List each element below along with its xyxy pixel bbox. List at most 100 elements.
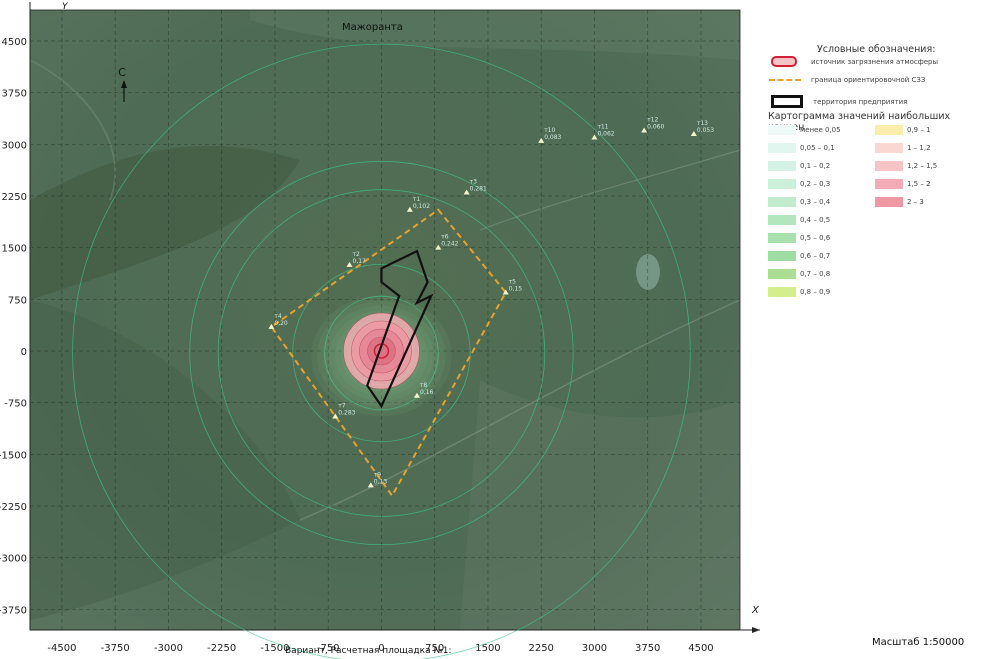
legend-title: Условные обозначения:: [817, 44, 936, 55]
legend-range-item: 0,3 – 0,4: [768, 197, 830, 207]
design-point-value: 0,062: [597, 130, 614, 137]
y-tick-label: 3750: [2, 89, 27, 100]
concentration-map[interactable]: -4500 -3750 -3000 -2250 -1500 -750 0 750 1500 225…: [0, 0, 760, 659]
legend-range-label: 2 – 3: [907, 198, 924, 206]
legend-range-item: 0,9 – 1: [875, 125, 931, 135]
design-point-id: т11: [597, 123, 608, 130]
legend-swatch: [768, 161, 796, 171]
legend-range-label: 0,2 – 0,3: [800, 180, 831, 188]
legend-swatch: [875, 197, 903, 207]
map-panel[interactable]: -4500 -3750 -3000 -2250 -1500 -750 0 750 1500 225…: [0, 0, 760, 659]
legend-range-label: 1,5 – 2: [907, 180, 931, 188]
legend-swatch: [768, 197, 796, 207]
scale-label: Масштаб 1:50000: [872, 637, 965, 648]
design-point-id: т8: [420, 382, 427, 389]
north-label: С: [118, 66, 126, 79]
y-tick-label: 750: [8, 295, 27, 306]
legend-range-label: 0,7 – 0,8: [800, 270, 831, 278]
y-tick-label: 3000: [2, 140, 27, 151]
legend-range-item: 0,7 – 0,8: [768, 269, 830, 279]
x-tick-label: 2250: [528, 643, 553, 654]
design-point-id: т5: [509, 278, 516, 285]
legend-territory: территория предприятия: [771, 95, 907, 108]
legend-range-label: 0,3 – 0,4: [800, 198, 831, 206]
legend-range-label: 0,9 – 1: [907, 126, 931, 134]
design-point-value: 0,060: [647, 124, 664, 131]
legend-swatch: [768, 269, 796, 279]
y-tick-label: -2250: [0, 502, 27, 513]
design-point-id: т13: [697, 120, 708, 127]
legend-range-item: 0,8 – 0,9: [768, 287, 830, 297]
legend-source: источник загрязнения атмосферы: [771, 56, 938, 67]
legend-range-label: 1 – 1,2: [907, 144, 931, 152]
legend-swatch: [768, 287, 796, 297]
y-tick-label: 0: [21, 347, 27, 358]
design-point-id: т10: [544, 127, 555, 134]
design-point-value: 0,20: [274, 320, 288, 327]
legend-range-item: 1,5 – 2: [875, 179, 931, 189]
design-point-value: 0,102: [413, 203, 430, 210]
y-tick-label: -750: [4, 399, 27, 410]
design-point-id: т1: [413, 196, 420, 203]
x-tick-label: 4500: [688, 643, 713, 654]
x-axis-arrow-icon: [752, 627, 760, 633]
y-tick-label: -1500: [0, 450, 27, 461]
legend-range-item: 1 – 1,2: [875, 143, 931, 153]
design-point-id: т3: [470, 179, 477, 186]
legend-range-label: 0,1 – 0,2: [800, 162, 831, 170]
y-tick-label: 2250: [2, 192, 27, 203]
legend-range-item: 0,2 – 0,3: [768, 179, 830, 189]
x-tick-label: -3000: [154, 643, 183, 654]
design-point-value: 0,242: [441, 241, 458, 248]
y-tick-label: 1500: [2, 244, 27, 255]
map-top-label: Мажоранта: [342, 22, 403, 33]
legend-swatch: [768, 143, 796, 153]
legend-range-label: 0,05 – 0,1: [800, 144, 835, 152]
legend-swatch: [875, 179, 903, 189]
legend-range-item: 0,4 – 0,5: [768, 215, 830, 225]
legend-range-item: 1,2 – 1,5: [875, 161, 937, 171]
design-point-value: 0,16: [420, 389, 434, 396]
x-tick-label: 3000: [582, 643, 607, 654]
legend: Условные обозначения: источник загрязнен…: [765, 40, 981, 310]
design-point-value: 0,281: [470, 186, 487, 193]
footer-label: Вариант, Расчетная площадка №1:: [285, 646, 452, 656]
legend-szz-label: граница ориентировочной СЗЗ: [811, 76, 926, 84]
legend-swatch: [768, 251, 796, 261]
design-point-value: 0,083: [544, 134, 561, 141]
design-point-value: 0,13: [374, 478, 388, 485]
x-tick-label: -2250: [207, 643, 236, 654]
legend-range-label: 0,6 – 0,7: [800, 252, 831, 260]
design-point-id: т2: [353, 251, 360, 258]
design-point-id: т9: [374, 471, 381, 478]
legend-swatch: [768, 215, 796, 225]
x-tick-label: 1500: [475, 643, 500, 654]
design-point-id: т12: [647, 117, 658, 124]
legend-range-item: 2 – 3: [875, 197, 924, 207]
legend-swatch: [875, 125, 903, 135]
field-patch: [460, 380, 740, 630]
y-tick-label: 4500: [2, 37, 27, 48]
design-point-id: т6: [441, 234, 448, 241]
y-tick-label: -3000: [0, 554, 27, 565]
x-tick-label: -3750: [101, 643, 130, 654]
legend-swatch: [768, 125, 796, 135]
territory-icon: [771, 95, 803, 108]
high-concentration-zone: [367, 336, 396, 366]
legend-szz: граница ориентировочной СЗЗ: [769, 76, 925, 84]
legend-range-label: 0,8 – 0,9: [800, 288, 831, 296]
legend-swatch: [768, 179, 796, 189]
legend-territory-label: территория предприятия: [813, 97, 908, 106]
source-icon: [771, 56, 797, 67]
legend-range-label: 1,2 – 1,5: [907, 162, 938, 170]
design-point-id: т7: [338, 402, 345, 409]
legend-range-label: 0,5 – 0,6: [800, 234, 831, 242]
legend-swatch: [875, 161, 903, 171]
design-point-value: 0,17: [353, 258, 367, 265]
legend-swatch: [875, 143, 903, 153]
legend-swatch: [768, 233, 796, 243]
design-point-value: 0,15: [509, 285, 523, 292]
x-axis-name: X: [752, 605, 759, 616]
legend-source-label: источник загрязнения атмосферы: [811, 57, 939, 66]
y-tick-label: -3750: [0, 605, 27, 616]
